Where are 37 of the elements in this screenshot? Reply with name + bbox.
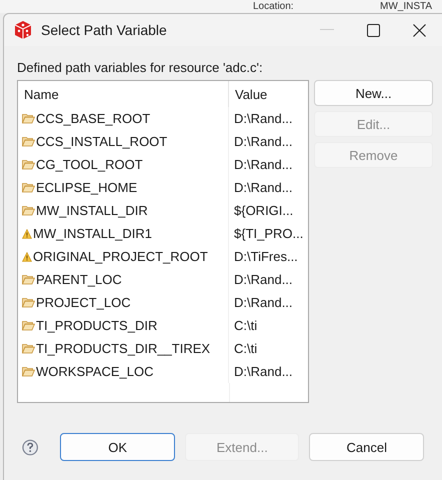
variable-value-cell[interactable]: D:\Rand... [229,107,308,130]
variable-value-cell[interactable]: D:\Rand... [229,360,308,383]
close-icon[interactable] [413,24,426,36]
variable-value-cell[interactable]: D:\Rand... [229,130,308,153]
variable-name-cell[interactable]: CCS_BASE_ROOT [18,107,229,130]
variable-value-cell[interactable]: C:\ti [229,337,308,360]
variable-name-cell[interactable]: PARENT_LOC [18,268,229,291]
dialog-button[interactable]: Cancel [309,433,424,461]
variable-value-cell[interactable]: C:\ti [229,314,308,337]
variable-value-cell[interactable]: D:\TiFres... [229,245,308,268]
dialog-button[interactable]: OK [60,433,175,461]
variable-value-cell[interactable]: ${TI_PRO... [229,222,308,245]
variable-name-cell[interactable]: TI_PRODUCTS_DIR__TIREX [18,337,229,360]
background-text: MW_INSTA [380,1,432,12]
window-title: Select Path Variable [41,22,167,38]
variable-name-cell[interactable]: TI_PRODUCTS_DIR [18,314,229,337]
help-icon[interactable] [22,438,38,456]
variable-value-cell[interactable]: D:\Rand... [229,176,308,199]
maximize-icon[interactable] [367,24,380,36]
variable-value-cell[interactable]: D:\Rand... [229,268,308,291]
cube-icon [13,20,33,40]
prompt-label: Defined path variables for resource 'adc.c': [17,60,264,76]
variable-name-cell[interactable]: CG_TOOL_ROOT [18,153,229,176]
column-header[interactable]: Value [229,81,308,107]
variable-name-cell[interactable]: PROJECT_LOC [18,291,229,314]
variable-name-cell[interactable]: CCS_INSTALL_ROOT [18,130,229,153]
variable-name-cell[interactable]: MW_INSTALL_DIR1 [18,222,229,245]
variable-value-cell[interactable]: D:\Rand... [229,153,308,176]
variable-name-cell[interactable]: ECLIPSE_HOME [18,176,229,199]
column-header[interactable]: Name [18,81,229,107]
variable-name-cell[interactable]: MW_INSTALL_DIR [18,199,229,222]
side-button[interactable]: New... [314,80,433,106]
variable-name-cell[interactable]: ORIGINAL_PROJECT_ROOT [18,245,229,268]
background-text: Location: [253,1,294,12]
variable-value-cell[interactable]: ${ORIGI... [229,199,308,222]
variable-value-cell[interactable]: D:\Rand... [229,291,308,314]
variable-name-cell[interactable]: WORKSPACE_LOC [18,360,229,383]
